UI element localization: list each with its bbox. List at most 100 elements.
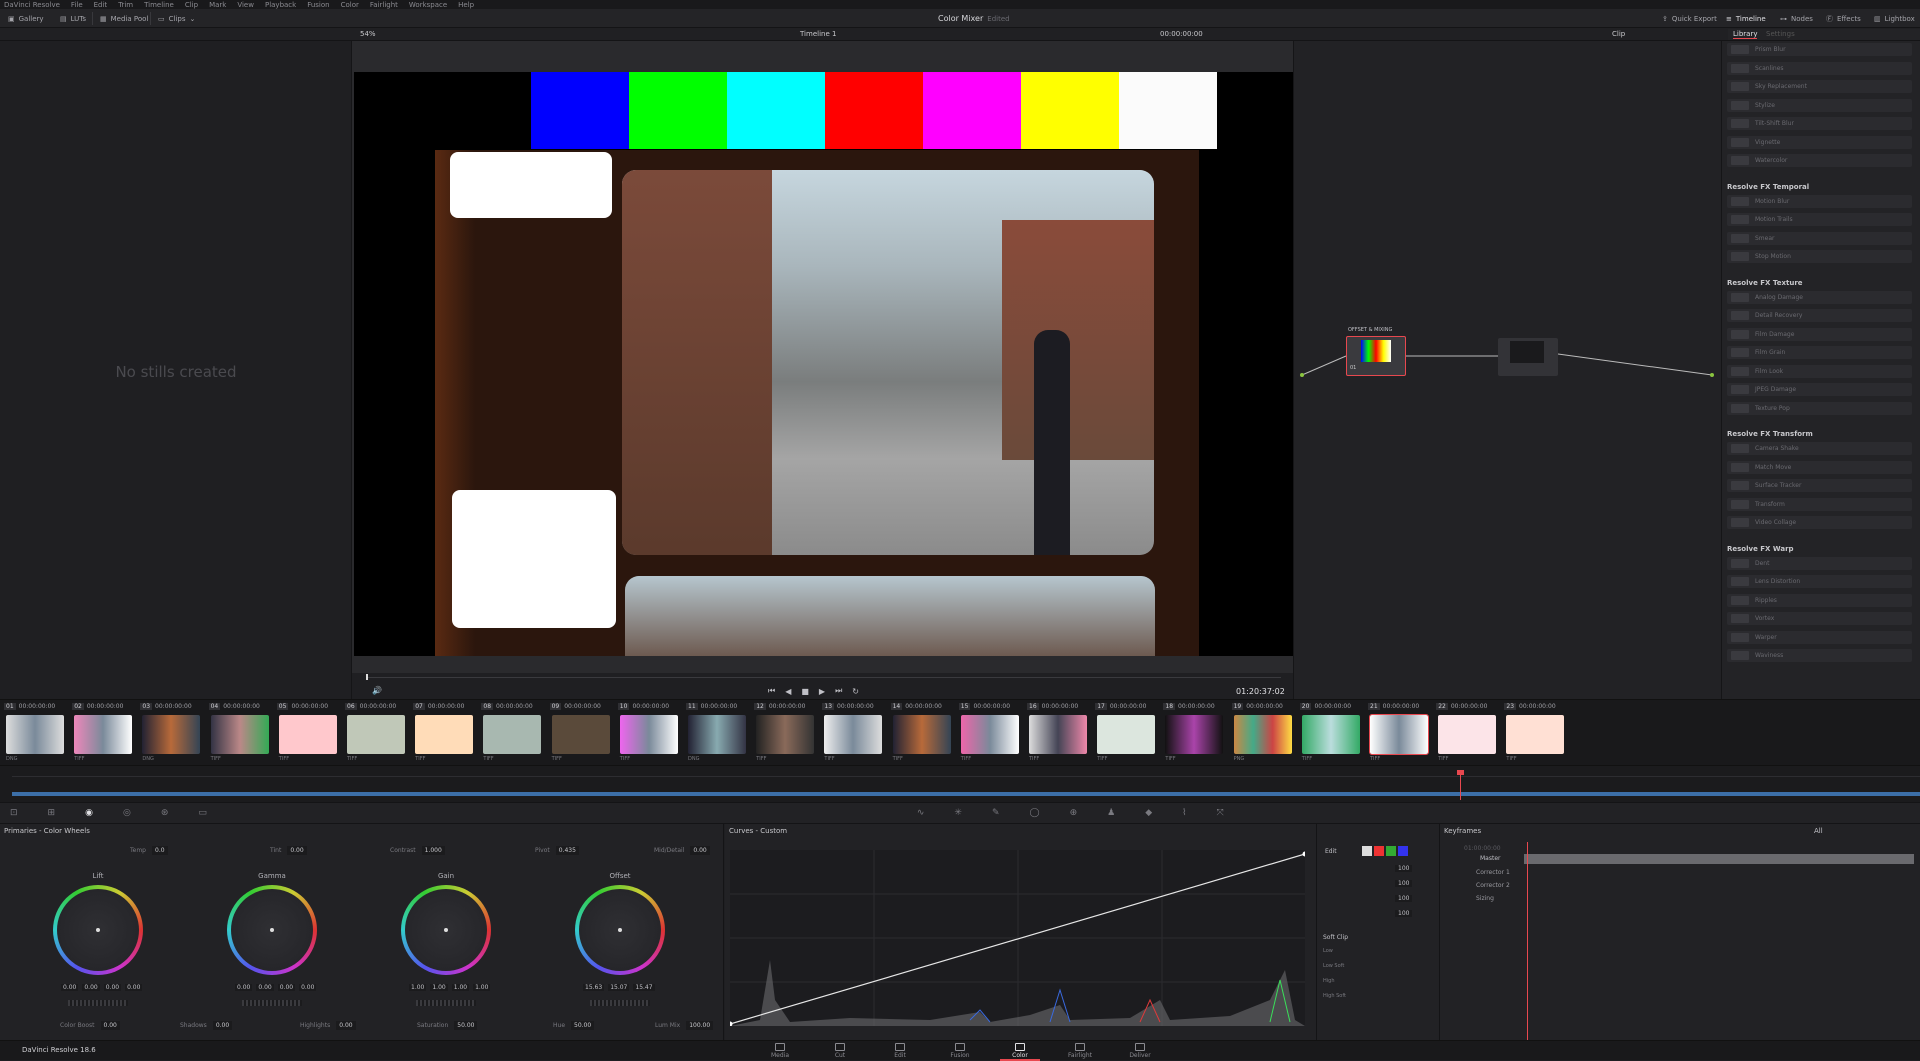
param-value[interactable]: 0.00 bbox=[212, 1021, 233, 1030]
library-effect-item[interactable]: Lens Distortion bbox=[1727, 575, 1912, 588]
viewer-image[interactable] bbox=[354, 72, 1293, 656]
key-icon[interactable]: ⌇ bbox=[1182, 808, 1186, 818]
library-effect-item[interactable]: Smear bbox=[1727, 231, 1912, 245]
wheel-values[interactable]: 1.00 1.00 1.00 1.00 bbox=[409, 984, 491, 991]
tracker-icon[interactable]: ⊕ bbox=[1070, 808, 1078, 818]
node-01[interactable]: 01 bbox=[1346, 336, 1406, 376]
library-effect-item[interactable]: Vignette bbox=[1727, 135, 1912, 149]
timeline-selector[interactable]: Timeline 1 bbox=[800, 30, 836, 38]
color-wheel-gain[interactable] bbox=[401, 885, 491, 975]
step-back-icon[interactable]: ◀ bbox=[785, 687, 791, 696]
clip-mode-selector[interactable]: Clip bbox=[1612, 30, 1625, 38]
param-value[interactable]: 0.00 bbox=[287, 846, 307, 855]
library-effect-item[interactable]: Dent bbox=[1727, 556, 1912, 570]
clip-thumbnail[interactable] bbox=[483, 715, 542, 754]
blur-icon[interactable]: ◆ bbox=[1145, 808, 1152, 818]
library-group-header[interactable]: Resolve FX Transform bbox=[1727, 430, 1813, 438]
menu-item[interactable]: Color bbox=[341, 1, 359, 9]
primaries-param[interactable]: Hue 50.00 bbox=[553, 1021, 595, 1030]
menu-item[interactable]: Edit bbox=[94, 1, 108, 9]
curve-intensity-g[interactable]: 100 bbox=[1395, 895, 1413, 902]
master-wheel-gamma[interactable] bbox=[242, 1000, 302, 1006]
param-value[interactable]: 0.00 bbox=[690, 846, 710, 855]
skip-to-start-icon[interactable]: ⏮ bbox=[768, 686, 775, 696]
motion-effects-icon[interactable]: ▭ bbox=[198, 808, 207, 818]
clip-thumbnail[interactable] bbox=[1233, 715, 1292, 754]
clip-thumbnail[interactable] bbox=[1301, 715, 1360, 754]
curve-intensity-b[interactable]: 100 bbox=[1395, 910, 1413, 917]
library-effect-item[interactable]: Transform bbox=[1727, 497, 1912, 511]
color-wheels-icon[interactable]: ◉ bbox=[85, 808, 93, 818]
wheel-value[interactable]: 0.00 bbox=[82, 984, 100, 991]
color-wheel-lift[interactable] bbox=[53, 885, 143, 975]
library-effect-item[interactable]: Video Collage bbox=[1727, 516, 1912, 529]
page-cut-button[interactable]: Cut bbox=[820, 1043, 860, 1059]
library-effect-item[interactable]: Stylize bbox=[1727, 98, 1912, 112]
zoom-level[interactable]: 54% bbox=[360, 30, 376, 38]
loop-icon[interactable]: ↻ bbox=[852, 687, 859, 696]
wheel-value[interactable]: 0.00 bbox=[277, 984, 296, 991]
primaries-param[interactable]: Tint 0.00 bbox=[270, 846, 307, 855]
sizing-icon[interactable]: ⤧ bbox=[1217, 808, 1224, 818]
menu-item[interactable]: Clip bbox=[185, 1, 198, 9]
clip-thumbnail[interactable] bbox=[347, 715, 405, 754]
menu-item[interactable]: Help bbox=[458, 1, 474, 9]
audio-icon[interactable]: 🔊 bbox=[372, 686, 382, 695]
mini-timeline[interactable] bbox=[0, 765, 1920, 802]
library-effect-item[interactable]: Film Damage bbox=[1727, 327, 1912, 341]
primaries-param[interactable]: Contrast 1.000 bbox=[390, 846, 445, 855]
library-effect-item[interactable]: Match Move bbox=[1727, 460, 1912, 474]
camera-raw-icon[interactable]: ⊡ bbox=[10, 808, 18, 818]
wheel-value[interactable]: 1.00 bbox=[473, 984, 491, 991]
library-group-header[interactable]: Resolve FX Warp bbox=[1727, 545, 1794, 553]
clip-thumbnail[interactable] bbox=[756, 715, 815, 754]
wheel-value[interactable]: 0.00 bbox=[61, 984, 79, 991]
wheel-value[interactable]: 0.00 bbox=[299, 984, 317, 991]
library-effect-item[interactable]: Camera Shake bbox=[1727, 442, 1912, 455]
play-icon[interactable]: ▶ bbox=[819, 687, 825, 696]
clip-thumbnail[interactable] bbox=[6, 715, 64, 754]
wheel-value[interactable]: 0.00 bbox=[256, 984, 274, 991]
library-effect-item[interactable]: Detail Recovery bbox=[1727, 309, 1912, 322]
timeline-playhead[interactable] bbox=[1460, 772, 1461, 800]
clip-thumbnail[interactable] bbox=[1506, 715, 1565, 754]
stop-icon[interactable]: ■ bbox=[801, 687, 809, 696]
wheel-value[interactable]: 15.07 bbox=[608, 984, 630, 991]
menu-item[interactable]: Workspace bbox=[409, 1, 447, 9]
clip-thumbnail[interactable] bbox=[1165, 715, 1224, 754]
gallery-button[interactable]: ▣ Gallery bbox=[8, 12, 44, 25]
wheel-value[interactable]: 15.63 bbox=[583, 984, 605, 991]
param-value[interactable]: 0.00 bbox=[100, 1021, 120, 1030]
wheel-value[interactable]: 0.00 bbox=[235, 984, 253, 991]
effects-toggle[interactable]: Ⓕ Effects bbox=[1826, 12, 1861, 25]
library-effect-item[interactable]: Ripples bbox=[1727, 593, 1912, 607]
param-value[interactable]: 1.000 bbox=[421, 846, 445, 855]
menu-item[interactable]: View bbox=[237, 1, 254, 9]
curve-graph[interactable] bbox=[730, 850, 1305, 1026]
media-pool-button[interactable]: ▦ Media Pool bbox=[100, 12, 148, 25]
page-media-button[interactable]: Media bbox=[760, 1043, 800, 1059]
primaries-param[interactable]: Temp 0.0 bbox=[130, 846, 168, 855]
clip-thumbnail[interactable] bbox=[1369, 714, 1429, 755]
param-value[interactable]: 50.00 bbox=[571, 1021, 595, 1030]
clip-thumbnail[interactable] bbox=[960, 715, 1019, 754]
wheel-values[interactable]: 0.00 0.00 0.00 0.00 bbox=[61, 984, 143, 991]
node-editor[interactable]: 01 OFFSET & MIXING bbox=[1293, 41, 1721, 699]
param-value[interactable]: 50.00 bbox=[454, 1021, 478, 1030]
lightbox-toggle[interactable]: ▥ Lightbox bbox=[1874, 12, 1915, 25]
library-effect-item[interactable]: Film Grain bbox=[1727, 346, 1912, 359]
library-effect-item[interactable]: Film Look bbox=[1727, 364, 1912, 378]
luts-button[interactable]: ▤ LUTs bbox=[60, 12, 86, 25]
channel-y-button[interactable] bbox=[1362, 846, 1372, 856]
page-fusion-button[interactable]: Fusion bbox=[940, 1043, 980, 1059]
page-color-button[interactable]: Color bbox=[1000, 1043, 1040, 1061]
clip-thumbnail[interactable] bbox=[1438, 715, 1497, 754]
library-effect-item[interactable]: Watercolor bbox=[1727, 154, 1912, 167]
primaries-param[interactable]: Shadows 0.00 bbox=[180, 1021, 233, 1030]
menu-item[interactable]: Timeline bbox=[144, 1, 174, 9]
library-effect-item[interactable]: Prism Blur bbox=[1727, 43, 1912, 56]
curve-intensity-y[interactable]: 100 bbox=[1395, 865, 1413, 872]
menu-item[interactable]: Fairlight bbox=[370, 1, 398, 9]
color-wheel-gamma[interactable] bbox=[227, 885, 317, 975]
qualifier-icon[interactable]: ✎ bbox=[992, 808, 1000, 818]
